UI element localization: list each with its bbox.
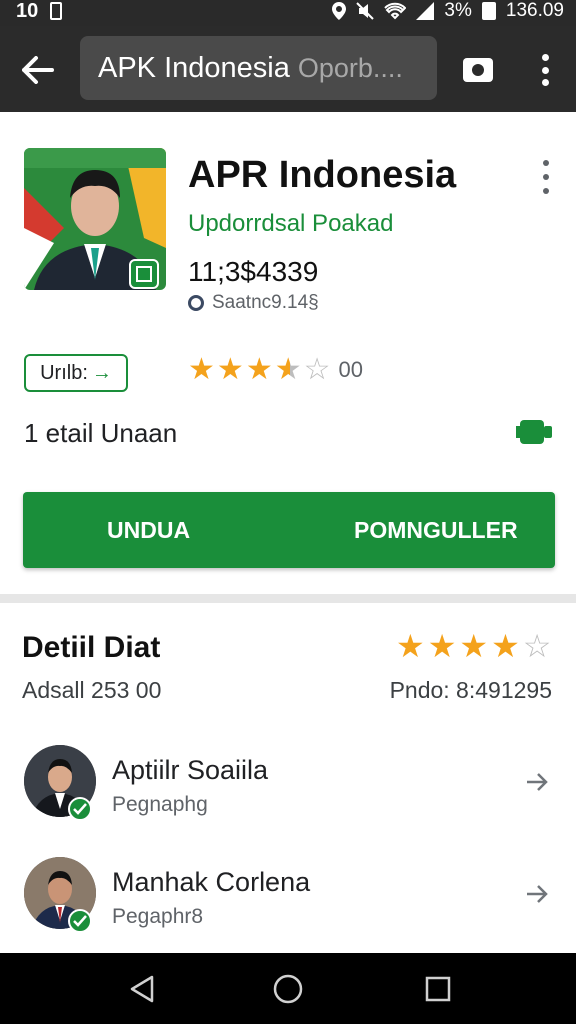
action-bar: UNDUA POMNGULLER (23, 492, 555, 568)
nav-back-button[interactable] (124, 971, 160, 1007)
star-icon: ★ (188, 353, 215, 386)
details-left-info: Adsall 253 00 (22, 677, 162, 703)
app-sub-text: Saatnc9.14§ (212, 292, 319, 313)
battery-percent: 3% (444, 0, 472, 21)
location-icon (332, 2, 347, 20)
open-button[interactable]: POMNGULLER (354, 492, 518, 568)
verified-icon (68, 797, 92, 821)
update-label: Urılb: (40, 361, 88, 384)
star-half-icon: ★ (274, 353, 302, 386)
reviewer-meta: Pegnaphg (112, 793, 208, 816)
app-size: 11;3$4339 (188, 256, 319, 287)
more-vert-icon[interactable] (530, 52, 560, 88)
detail-label: 1 etail Unaan (24, 418, 178, 448)
info-icon (188, 295, 204, 311)
star-icon: ★ (491, 628, 520, 664)
camera-button[interactable] (460, 54, 496, 84)
address-bar[interactable]: APK Indonesia Oporb.... (80, 36, 437, 100)
arrow-right-icon[interactable] (520, 879, 554, 909)
back-button[interactable] (16, 48, 60, 92)
status-bar: 10 3% 136.09 (0, 0, 576, 26)
verified-icon (68, 909, 92, 933)
list-item[interactable]: Aptiilr Soaiila Pegnaphg (0, 741, 576, 841)
phone-icon (50, 2, 63, 20)
status-clock: 136.09 (505, 0, 564, 21)
square-recents-icon (425, 976, 451, 1002)
reviewer-name: Manhak Corlena (112, 867, 311, 897)
arrow-left-icon (22, 56, 54, 84)
developer-link[interactable]: Updorrdsal Poakad (188, 210, 393, 238)
mute-icon (356, 2, 375, 20)
page-subtitle: Oporb.... (297, 52, 403, 83)
section-divider (0, 594, 576, 603)
star-icon: ★ (245, 353, 273, 386)
system-nav-bar (0, 953, 576, 1024)
app-icon[interactable] (24, 148, 166, 290)
browser-toolbar: APK Indonesia Oporb.... (0, 26, 576, 112)
details-title: Detiil Diat (22, 631, 161, 664)
app-sub-info: Saatnc9.14§ (188, 292, 319, 314)
app-rating: ★ ★ ★ ★ ☆ 00 (188, 352, 363, 387)
star-icon: ★ (427, 628, 457, 664)
arrow-right-icon[interactable] (520, 767, 554, 797)
list-item[interactable]: Manhak Corlena Pegaphr8 (0, 853, 576, 953)
star-empty-icon: ☆ (303, 353, 331, 386)
status-time-left: 10 (16, 0, 39, 22)
reviewer-meta: Pegaphr8 (112, 905, 204, 928)
details-section: Detiil Diat ★ ★ ★ ★ ☆ Adsall 253 00 Pndo… (0, 603, 576, 953)
install-button[interactable]: UNDUA (107, 492, 190, 568)
camera-icon (463, 58, 493, 82)
star-empty-icon: ☆ (522, 628, 552, 664)
cube-icon[interactable] (516, 418, 552, 446)
details-right-info: Pndo: 8:491295 (389, 677, 552, 703)
triangle-back-icon (130, 975, 154, 1003)
battery-icon (481, 2, 496, 20)
star-icon: ★ (396, 628, 425, 664)
app-more-icon[interactable] (536, 160, 556, 194)
rating-count: 00 (338, 356, 364, 382)
nav-recents-button[interactable] (420, 971, 456, 1007)
update-chip[interactable]: Urılb: → (24, 354, 128, 392)
wifi-icon (384, 2, 407, 20)
details-rating: ★ ★ ★ ★ ☆ (396, 627, 551, 665)
app-header-card: APR Indonesia Updorrdsal Poakad 11;3$433… (0, 112, 576, 594)
nav-home-button[interactable] (270, 971, 306, 1007)
star-icon: ★ (459, 628, 489, 664)
app-title: APR Indonesia (188, 154, 457, 196)
signal-icon (416, 2, 435, 20)
arrow-right-icon: → (91, 361, 112, 384)
circle-home-icon (273, 974, 303, 1004)
page-title: APK Indonesia (98, 51, 290, 84)
star-icon: ★ (216, 353, 244, 386)
reviewer-name: Aptiilr Soaiila (112, 755, 269, 785)
